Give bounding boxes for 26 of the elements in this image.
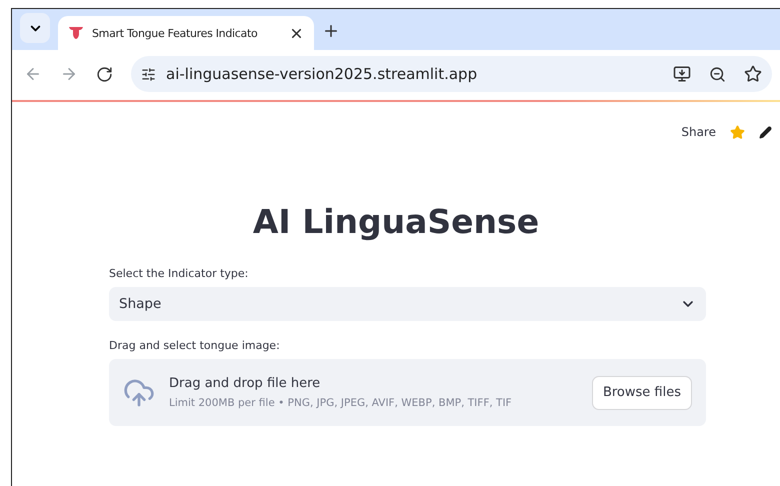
reload-icon[interactable]: [96, 66, 113, 82]
site-settings-icon[interactable]: [141, 66, 156, 82]
page-title: AI LinguaSense: [252, 202, 540, 241]
zoom-out-icon[interactable]: [709, 66, 726, 82]
bookmark-star-icon[interactable]: [744, 65, 762, 83]
file-drop-zone[interactable]: Drag and drop file here Limit 200MB per file • PNG, JPG, JPEG, AVIF, WEBP, BMP, TIFF, TIF Browse files: [109, 359, 706, 426]
tongue-icon: [68, 26, 84, 40]
select-label: Select the Indicator type:: [109, 267, 250, 280]
share-link[interactable]: Share: [681, 125, 716, 139]
new-tab-icon[interactable]: [322, 22, 340, 40]
upload-label: Drag and select tongue image:: [109, 339, 281, 352]
drop-heading: Drag and drop file here: [169, 376, 322, 391]
indicator-select[interactable]: Shape: [109, 287, 706, 321]
upload-cloud-icon: [123, 376, 155, 408]
address-bar[interactable]: ai-linguasense-version2025.streamlit.app: [131, 56, 772, 92]
install-app-icon[interactable]: [673, 65, 691, 83]
tab-search-button[interactable]: [20, 13, 50, 43]
browse-files-button[interactable]: Browse files: [592, 376, 692, 410]
forward-icon[interactable]: [60, 65, 78, 83]
browser-tab[interactable]: Smart Tongue Features Indicato: [58, 16, 314, 50]
back-icon[interactable]: [24, 65, 42, 83]
edit-icon[interactable]: [759, 126, 772, 138]
star-icon[interactable]: [730, 124, 745, 140]
tab-title: Smart Tongue Features Indicato: [92, 26, 258, 40]
url-text: ai-linguasense-version2025.streamlit.app: [166, 65, 478, 83]
file-limit-hint: Limit 200MB per file • PNG, JPG, JPEG, AVIF, WEBP, BMP, TIFF, TIF: [169, 397, 513, 409]
